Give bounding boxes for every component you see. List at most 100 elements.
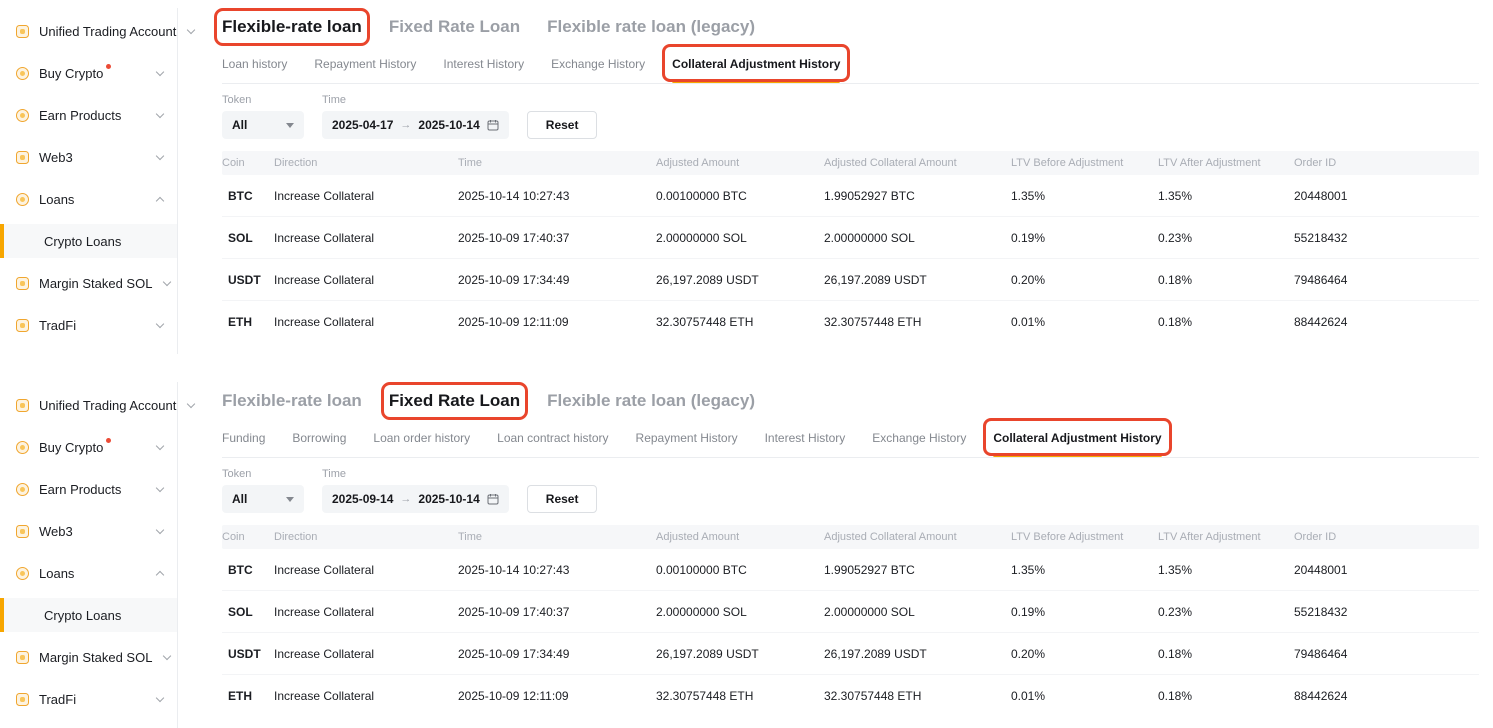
chevron-down-icon bbox=[186, 400, 196, 410]
cell-coin: USDT bbox=[222, 273, 274, 287]
cell-direction: Increase Collateral bbox=[274, 647, 458, 661]
column-header: Adjusted Amount bbox=[656, 531, 824, 543]
column-header: Adjusted Collateral Amount bbox=[824, 157, 1011, 169]
sidebar-item[interactable]: Unified Trading Account bbox=[0, 10, 177, 52]
cell-direction: Increase Collateral bbox=[274, 605, 458, 619]
cell-direction: Increase Collateral bbox=[274, 689, 458, 703]
table-row: ETH Increase Collateral 2025-10-09 12:11… bbox=[222, 675, 1479, 717]
cell-coin: ETH bbox=[222, 315, 274, 329]
sidebar-item[interactable]: Web3 bbox=[0, 136, 177, 178]
sidebar-nav: Unified Trading Account Buy Crypto Earn … bbox=[0, 384, 177, 720]
chevron-down-icon bbox=[155, 526, 165, 536]
sidebar-item-label: Crypto Loans bbox=[44, 234, 121, 249]
chevron-down-icon bbox=[155, 110, 165, 120]
subtab[interactable]: Repayment History bbox=[314, 48, 416, 83]
date-range-picker[interactable]: 2025-04-17 → 2025-10-14 bbox=[322, 111, 509, 139]
trading-account-icon bbox=[16, 25, 29, 38]
start-date: 2025-04-17 bbox=[332, 118, 393, 132]
subtab[interactable]: Interest History bbox=[765, 422, 846, 457]
table-body: BTC Increase Collateral 2025-10-14 10:27… bbox=[222, 549, 1479, 717]
cell-coin: BTC bbox=[222, 189, 274, 203]
date-range-picker[interactable]: 2025-09-14 → 2025-10-14 bbox=[322, 485, 509, 513]
column-header: Time bbox=[458, 531, 656, 543]
cell-ltv-before-adjustment: 0.20% bbox=[1011, 273, 1158, 287]
chevron-up-icon bbox=[155, 568, 165, 578]
reset-button[interactable]: Reset bbox=[527, 485, 598, 513]
web3-icon bbox=[16, 151, 29, 164]
earn-products-icon bbox=[16, 483, 29, 496]
buy-crypto-icon bbox=[16, 67, 29, 80]
notification-dot bbox=[106, 64, 111, 69]
cell-ltv-after-adjustment: 0.18% bbox=[1158, 315, 1294, 329]
subtab[interactable]: Repayment History bbox=[636, 422, 738, 457]
sub-tabs: Loan history Repayment History Interest … bbox=[222, 48, 1479, 84]
sidebar-item-label: TradFi bbox=[39, 318, 76, 333]
main-tab[interactable]: Fixed Rate Loan bbox=[389, 391, 520, 411]
sidebar-item[interactable]: Margin Staked SOL bbox=[0, 636, 177, 678]
reset-button[interactable]: Reset bbox=[527, 111, 598, 139]
sidebar-item[interactable]: Earn Products bbox=[0, 94, 177, 136]
main-tab[interactable]: Fixed Rate Loan bbox=[389, 17, 520, 37]
sidebar-item-label: Web3 bbox=[39, 524, 73, 539]
sidebar-item[interactable]: Unified Trading Account bbox=[0, 384, 177, 426]
cell-adjusted-collateral-amount: 2.00000000 SOL bbox=[824, 605, 1011, 619]
cell-ltv-before-adjustment: 0.19% bbox=[1011, 231, 1158, 245]
sidebar-item[interactable]: TradFi bbox=[0, 678, 177, 720]
sidebar-item[interactable]: TradFi bbox=[0, 304, 177, 346]
sidebar-item[interactable]: Buy Crypto bbox=[0, 52, 177, 94]
cell-ltv-before-adjustment: 0.01% bbox=[1011, 315, 1158, 329]
panel-fixed-rate-loan: Unified Trading Account Buy Crypto Earn … bbox=[0, 374, 1493, 728]
column-header: Order ID bbox=[1294, 531, 1479, 543]
chevron-down-icon bbox=[155, 68, 165, 78]
cell-order-id: 55218432 bbox=[1294, 231, 1479, 245]
sidebar-item-label: Loans bbox=[39, 566, 74, 581]
sidebar-item-label: Buy Crypto bbox=[39, 440, 103, 455]
caret-down-icon bbox=[286, 497, 294, 502]
cell-order-id: 79486464 bbox=[1294, 273, 1479, 287]
loans-icon bbox=[16, 193, 29, 206]
column-header: Direction bbox=[274, 157, 458, 169]
sidebar-item[interactable]: Web3 bbox=[0, 510, 177, 552]
sidebar-item[interactable]: Earn Products bbox=[0, 468, 177, 510]
subtab[interactable]: Collateral Adjustment History bbox=[672, 48, 840, 83]
sidebar-item[interactable]: Loans bbox=[0, 552, 177, 594]
subtab[interactable]: Interest History bbox=[443, 48, 524, 83]
main-tab[interactable]: Flexible rate loan (legacy) bbox=[547, 391, 755, 411]
subtab[interactable]: Exchange History bbox=[551, 48, 645, 83]
table-body: BTC Increase Collateral 2025-10-14 10:27… bbox=[222, 175, 1479, 343]
chevron-down-icon bbox=[155, 442, 165, 452]
sidebar-item-label: Buy Crypto bbox=[39, 66, 103, 81]
column-header: LTV After Adjustment bbox=[1158, 157, 1294, 169]
subtab[interactable]: Loan history bbox=[222, 48, 287, 83]
table-row: BTC Increase Collateral 2025-10-14 10:27… bbox=[222, 549, 1479, 591]
main-tab[interactable]: Flexible-rate loan bbox=[222, 17, 362, 37]
cell-order-id: 20448001 bbox=[1294, 189, 1479, 203]
sidebar-item[interactable]: Margin Staked SOL bbox=[0, 262, 177, 304]
cell-coin: ETH bbox=[222, 689, 274, 703]
token-select[interactable]: All bbox=[222, 485, 304, 513]
time-filter-label: Time bbox=[322, 94, 509, 106]
web3-icon bbox=[16, 525, 29, 538]
sidebar-item[interactable]: Crypto Loans bbox=[0, 224, 177, 258]
cell-ltv-before-adjustment: 0.19% bbox=[1011, 605, 1158, 619]
subtab[interactable]: Collateral Adjustment History bbox=[993, 422, 1161, 457]
subtab[interactable]: Exchange History bbox=[872, 422, 966, 457]
margin-staked-sol-icon bbox=[16, 651, 29, 664]
sidebar-item[interactable]: Buy Crypto bbox=[0, 426, 177, 468]
chevron-down-icon bbox=[155, 694, 165, 704]
sidebar-item[interactable]: Loans bbox=[0, 178, 177, 220]
cell-ltv-after-adjustment: 1.35% bbox=[1158, 189, 1294, 203]
sidebar-item-label: Crypto Loans bbox=[44, 608, 121, 623]
sidebar-item[interactable]: Crypto Loans bbox=[0, 598, 177, 632]
subtab[interactable]: Loan order history bbox=[373, 422, 470, 457]
main-tab[interactable]: Flexible-rate loan bbox=[222, 391, 362, 411]
main-tabs: Flexible-rate loan Fixed Rate Loan Flexi… bbox=[222, 14, 1479, 40]
subtab[interactable]: Borrowing bbox=[292, 422, 346, 457]
subtab[interactable]: Loan contract history bbox=[497, 422, 608, 457]
cell-order-id: 88442624 bbox=[1294, 689, 1479, 703]
subtab[interactable]: Funding bbox=[222, 422, 265, 457]
table-row: ETH Increase Collateral 2025-10-09 12:11… bbox=[222, 301, 1479, 343]
token-select[interactable]: All bbox=[222, 111, 304, 139]
cell-order-id: 20448001 bbox=[1294, 563, 1479, 577]
main-tab[interactable]: Flexible rate loan (legacy) bbox=[547, 17, 755, 37]
